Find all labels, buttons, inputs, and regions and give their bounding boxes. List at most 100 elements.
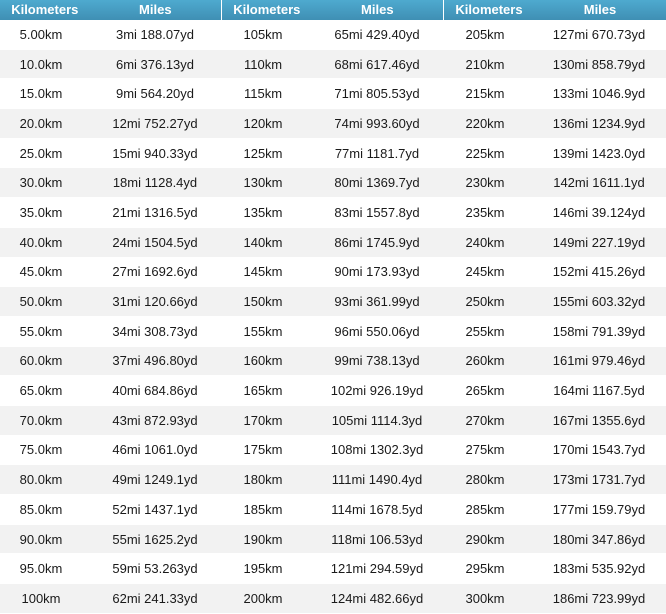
cell-kilometers: 70.0km	[19, 412, 63, 428]
table-row: 140km 86mi 1745.9yd	[222, 227, 444, 258]
cell-miles: 93mi 361.99yd	[334, 294, 420, 310]
cell-miles: 77mi 1181.7yd	[334, 145, 420, 161]
cell-kilometers: 45.0km	[19, 264, 63, 280]
cell-miles: 49mi 1249.1yd	[112, 472, 198, 488]
table-row: 245km 152mi 415.26yd	[444, 257, 666, 288]
cell-kilometers: 95.0km	[19, 561, 63, 577]
cell-miles: 164mi 1167.5yd	[553, 383, 645, 399]
cell-miles: 34mi 308.73yd	[112, 323, 198, 339]
cell-miles: 177mi 159.79yd	[552, 501, 646, 517]
table-row: 275km 170mi 1543.7yd	[444, 435, 666, 466]
table-row: 40.0km 24mi 1504.5yd	[0, 227, 222, 258]
cell-miles: 96mi 550.06yd	[334, 323, 420, 339]
header-miles: Miles	[361, 2, 394, 17]
cell-miles: 31mi 120.66yd	[112, 294, 198, 310]
cell-miles: 65mi 429.40yd	[334, 26, 420, 42]
table-row: 105km 65mi 429.40yd	[222, 20, 444, 50]
cell-miles: 133mi 1046.9yd	[552, 86, 646, 102]
table-row: 285km 177mi 159.79yd	[444, 495, 666, 525]
cell-miles: 130mi 858.79yd	[552, 56, 646, 72]
cell-miles: 142mi 1611.1yd	[553, 175, 645, 191]
table-row: 205km 127mi 670.73yd	[444, 20, 666, 50]
table-row: 280km 173mi 1731.7yd	[444, 465, 666, 495]
cell-kilometers: 285km	[465, 501, 505, 517]
table-header: Kilometers Miles	[444, 0, 666, 20]
cell-kilometers: 255km	[465, 323, 505, 339]
cell-kilometers: 185km	[243, 501, 283, 517]
cell-miles: 12mi 752.27yd	[112, 115, 198, 131]
cell-kilometers: 175km	[243, 442, 283, 458]
cell-kilometers: 290km	[465, 531, 505, 547]
table-row: 60.0km 37mi 496.80yd	[0, 346, 222, 377]
cell-kilometers: 60.0km	[19, 353, 63, 369]
table-row: 240km 149mi 227.19yd	[444, 227, 666, 258]
cell-kilometers: 35.0km	[19, 204, 63, 220]
cell-miles: 43mi 872.93yd	[112, 412, 198, 428]
table-row: 270km 167mi 1355.6yd	[444, 405, 666, 436]
cell-miles: 80mi 1369.7yd	[334, 175, 420, 191]
table-row: 70.0km 43mi 872.93yd	[0, 405, 222, 436]
cell-miles: 158mi 791.39yd	[552, 323, 646, 339]
cell-miles: 180mi 347.86yd	[552, 531, 646, 547]
header-miles: Miles	[583, 2, 617, 17]
cell-kilometers: 275km	[465, 442, 505, 458]
cell-kilometers: 220km	[465, 115, 505, 131]
table-row: 290km 180mi 347.86yd	[444, 524, 666, 555]
cell-kilometers: 280km	[465, 472, 505, 488]
table-row: 195km 121mi 294.59yd	[222, 554, 444, 585]
header-kilometers: Kilometers	[455, 2, 523, 17]
cell-miles: 136mi 1234.9yd	[552, 115, 646, 131]
cell-miles: 90mi 173.93yd	[334, 264, 420, 280]
table-block-1: Kilometers Miles 5.00km 3mi 188.07yd 10.0km 6…	[0, 0, 222, 614]
cell-miles: 86mi 1745.9yd	[334, 234, 420, 250]
cell-miles: 6mi 376.13yd	[115, 56, 195, 72]
table-row: 20.0km 12mi 752.27yd	[0, 109, 222, 139]
cell-miles: 40mi 684.86yd	[112, 383, 198, 399]
table-row: 130km 80mi 1369.7yd	[222, 168, 444, 199]
cell-kilometers: 75.0km	[19, 442, 63, 458]
cell-miles: 24mi 1504.5yd	[112, 234, 198, 250]
cell-miles: 3mi 188.07yd	[115, 26, 195, 42]
table-row: 30.0km 18mi 1128.4yd	[0, 168, 222, 199]
table-block-2: Kilometers Miles 105km 65mi 429.40yd 110km 68…	[222, 0, 444, 614]
cell-miles: 99mi 738.13yd	[334, 353, 420, 369]
cell-miles: 83mi 1557.8yd	[334, 204, 420, 220]
cell-kilometers: 30.0km	[19, 175, 63, 191]
cell-kilometers: 180km	[243, 472, 283, 488]
cell-kilometers: 205km	[465, 26, 505, 42]
cell-miles: 183mi 535.92yd	[552, 561, 646, 577]
table-row: 135km 83mi 1557.8yd	[222, 198, 444, 228]
cell-miles: 167mi 1355.6yd	[552, 412, 646, 428]
cell-miles: 68mi 617.46yd	[334, 56, 420, 72]
table-row: 175km 108mi 1302.3yd	[222, 435, 444, 466]
cell-kilometers: 240km	[465, 234, 505, 250]
header-miles: Miles	[139, 2, 172, 17]
table-header: Kilometers Miles	[222, 0, 444, 20]
table-row: 110km 68mi 617.46yd	[222, 49, 444, 80]
cell-kilometers: 90.0km	[19, 531, 63, 547]
cell-miles: 46mi 1061.0yd	[112, 442, 198, 458]
table-row: 230km 142mi 1611.1yd	[444, 168, 666, 199]
table-body: 105km 65mi 429.40yd 110km 68mi 617.46yd 115k…	[222, 20, 444, 614]
table-row: 80.0km 49mi 1249.1yd	[0, 465, 222, 495]
table-row: 85.0km 52mi 1437.1yd	[0, 495, 222, 525]
cell-miles: 161mi 979.46yd	[552, 353, 646, 369]
cell-kilometers: 105km	[243, 26, 283, 42]
cell-kilometers: 10.0km	[19, 56, 63, 72]
cell-miles: 108mi 1302.3yd	[330, 442, 424, 458]
table-row: 255km 158mi 791.39yd	[444, 316, 666, 347]
cell-kilometers: 120km	[243, 115, 283, 131]
table-row: 25.0km 15mi 940.33yd	[0, 138, 222, 169]
table-row: 120km 74mi 993.60yd	[222, 109, 444, 139]
cell-kilometers: 165km	[243, 383, 283, 399]
table-row: 115km 71mi 805.53yd	[222, 79, 444, 110]
table-row: 145km 90mi 173.93yd	[222, 257, 444, 288]
cell-kilometers: 210km	[465, 56, 505, 72]
cell-kilometers: 245km	[465, 264, 505, 280]
table-row: 45.0km 27mi 1692.6yd	[0, 257, 222, 288]
table-row: 220km 136mi 1234.9yd	[444, 109, 666, 139]
table-row: 165km 102mi 926.19yd	[222, 376, 444, 406]
header-kilometers: Kilometers	[11, 2, 79, 17]
cell-kilometers: 270km	[465, 412, 505, 428]
cell-kilometers: 25.0km	[19, 145, 63, 161]
